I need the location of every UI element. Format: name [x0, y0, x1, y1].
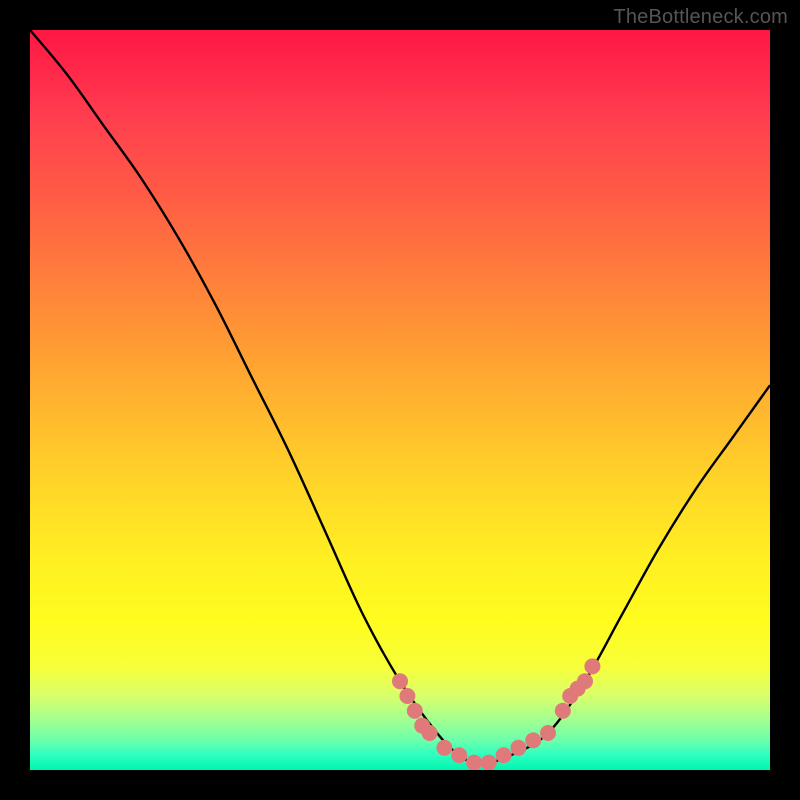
- highlight-dot: [577, 673, 593, 689]
- attribution-label: TheBottleneck.com: [613, 6, 788, 29]
- highlight-dot: [555, 703, 571, 719]
- highlight-dot: [399, 688, 415, 704]
- highlight-dot: [525, 732, 541, 748]
- highlight-dot: [496, 747, 512, 763]
- highlight-dot: [436, 740, 452, 756]
- highlight-dot: [392, 673, 408, 689]
- highlight-dot: [481, 755, 497, 770]
- plot-area: [30, 30, 770, 770]
- bottleneck-curve: [30, 30, 770, 764]
- highlight-dot: [466, 755, 482, 770]
- highlight-dot: [540, 725, 556, 741]
- highlight-dot: [407, 703, 423, 719]
- chart-frame: TheBottleneck.com: [0, 0, 800, 800]
- highlight-dot: [451, 747, 467, 763]
- highlight-dot: [584, 658, 600, 674]
- highlight-dot: [422, 725, 438, 741]
- highlight-dot: [510, 740, 526, 756]
- chart-svg: [30, 30, 770, 770]
